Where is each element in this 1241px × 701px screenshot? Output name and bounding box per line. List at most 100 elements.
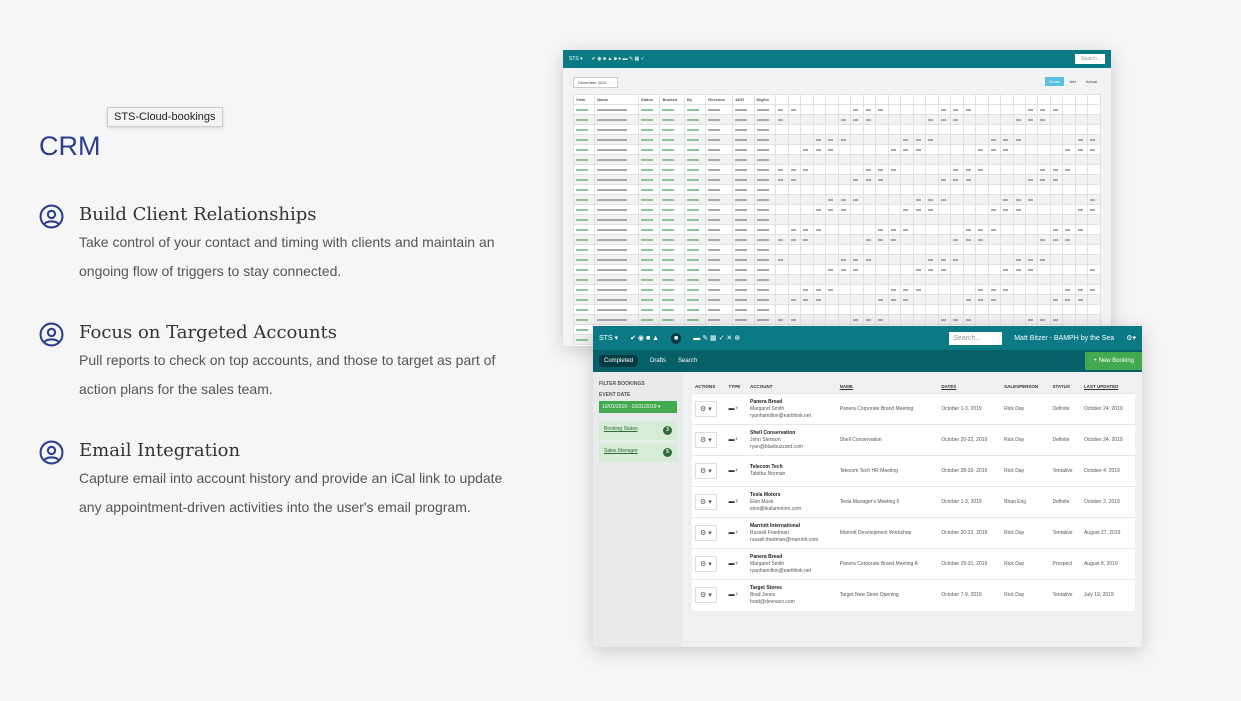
bed-dining-icon: ▬♆	[728, 437, 740, 443]
calendar-cell	[775, 214, 789, 225]
calendar-cell	[1024, 194, 1039, 205]
calendar-cell	[987, 164, 1002, 175]
calendar-cell	[659, 254, 685, 265]
calendar-cell	[594, 194, 639, 205]
calendar-cell	[683, 164, 707, 175]
calendar-cell	[1074, 264, 1089, 275]
calendar-cell	[950, 244, 964, 255]
calendar-cell	[1087, 234, 1101, 245]
calendar-cell	[637, 114, 661, 125]
calendar-cell	[912, 124, 927, 135]
calendar-cell	[1012, 164, 1027, 175]
brand-menu: STS ▾	[569, 56, 583, 62]
dates-cell: October 20-22, 2019	[938, 424, 1002, 456]
calendar-cell	[637, 314, 661, 325]
calendar-cell	[975, 314, 989, 325]
account-cell: Marriott International Russell Friedman ru…	[747, 517, 837, 549]
calendar-cell	[800, 164, 814, 175]
calendar-cell	[705, 294, 734, 305]
calendar-cell	[705, 194, 734, 205]
column-header: STATUS	[1049, 380, 1081, 394]
calendar-cell	[800, 224, 814, 235]
calendar-cell	[925, 194, 939, 205]
booking-row: ⚙ ▾ ▬♆ Panera Bread Margaret Smith ryanham…	[692, 548, 1135, 580]
status-cell: Tentative	[1049, 455, 1081, 487]
calendar-cell	[900, 194, 914, 205]
calendar-cell	[775, 274, 789, 285]
calendar-cell	[1087, 254, 1101, 265]
calendar-cell	[925, 264, 939, 275]
calendar-cell	[875, 314, 889, 325]
calendar-cell	[1037, 164, 1051, 175]
calendar-cell	[775, 264, 789, 275]
booking-row: ⚙ ▾ ▬♆ Panera Bread Margaret Smith ryanham…	[692, 393, 1135, 425]
calendar-cell	[1012, 234, 1027, 245]
calendar-cell	[962, 164, 977, 175]
actions-cell: ⚙ ▾	[692, 548, 726, 580]
tab-completed: Completed	[599, 355, 639, 367]
calendar-cell	[925, 254, 939, 265]
calendar-cell	[900, 174, 914, 185]
calendar-cell	[1012, 184, 1027, 195]
calendar-cell	[594, 164, 639, 175]
calendar-cell	[937, 204, 952, 215]
calendar-cell	[572, 294, 596, 305]
calendar-cell	[787, 104, 802, 115]
calendar-cell	[925, 294, 939, 305]
calendar-cell	[812, 294, 827, 305]
calendar-cell	[862, 234, 877, 245]
column-header: NAME	[836, 380, 939, 394]
calendar-cell	[800, 204, 814, 215]
calendar-cell	[787, 304, 802, 315]
calendar-cell	[775, 164, 789, 175]
calendar-cell	[572, 144, 596, 155]
calendar-cell	[950, 124, 964, 135]
calendar-cell	[1024, 204, 1039, 215]
filter-sales-manager: Sales Manager 5	[599, 443, 677, 462]
calendar-cell	[850, 194, 864, 205]
calendar-cell	[937, 124, 952, 135]
calendar-cell	[637, 284, 661, 295]
calendar-cell	[937, 234, 952, 245]
calendar-cell	[775, 194, 789, 205]
calendar-cell	[594, 274, 639, 285]
calendar-cell	[900, 254, 914, 265]
calendar-cell	[800, 234, 814, 245]
calendar-cell	[962, 204, 977, 215]
calendar-cell	[659, 134, 685, 145]
calendar-cell	[659, 114, 685, 125]
calendar-cell	[732, 174, 755, 185]
calendar-cell	[1074, 274, 1089, 285]
calendar-cell	[637, 174, 661, 185]
calendar-cell	[875, 234, 889, 245]
calendar-cell	[594, 244, 639, 255]
calendar-cell	[1074, 284, 1089, 295]
calendar-cell	[999, 154, 1014, 165]
calendar-cell	[787, 254, 802, 265]
calendar-cell	[637, 164, 661, 175]
calendar-cell	[862, 204, 877, 215]
calendar-cell	[837, 144, 852, 155]
calendar-cell	[1062, 174, 1076, 185]
calendar-cell	[1049, 164, 1064, 175]
calendar-cell	[637, 244, 661, 255]
calendar-cell	[1062, 204, 1076, 215]
calendar-cell	[659, 244, 685, 255]
calendar-cell	[862, 314, 877, 325]
calendar-cell	[1037, 104, 1051, 115]
calendar-cell	[800, 274, 814, 285]
salesperson-cell: Rick Day	[1001, 424, 1050, 456]
calendar-cell	[1074, 254, 1089, 265]
calendar-cell	[875, 114, 889, 125]
calendar-cell	[1074, 164, 1089, 175]
bed-dining-icon: ▬♆	[728, 468, 740, 474]
calendar-cell	[572, 164, 596, 175]
booking-name: Shell Conservation	[836, 424, 939, 456]
calendar-row	[572, 184, 1101, 195]
updated-cell: October 24, 2019	[1080, 424, 1135, 456]
calendar-cell	[862, 274, 877, 285]
calendar-cell	[787, 294, 802, 305]
calendar-cell	[683, 244, 707, 255]
calendar-cell	[787, 124, 802, 135]
calendar-cell	[800, 214, 814, 225]
